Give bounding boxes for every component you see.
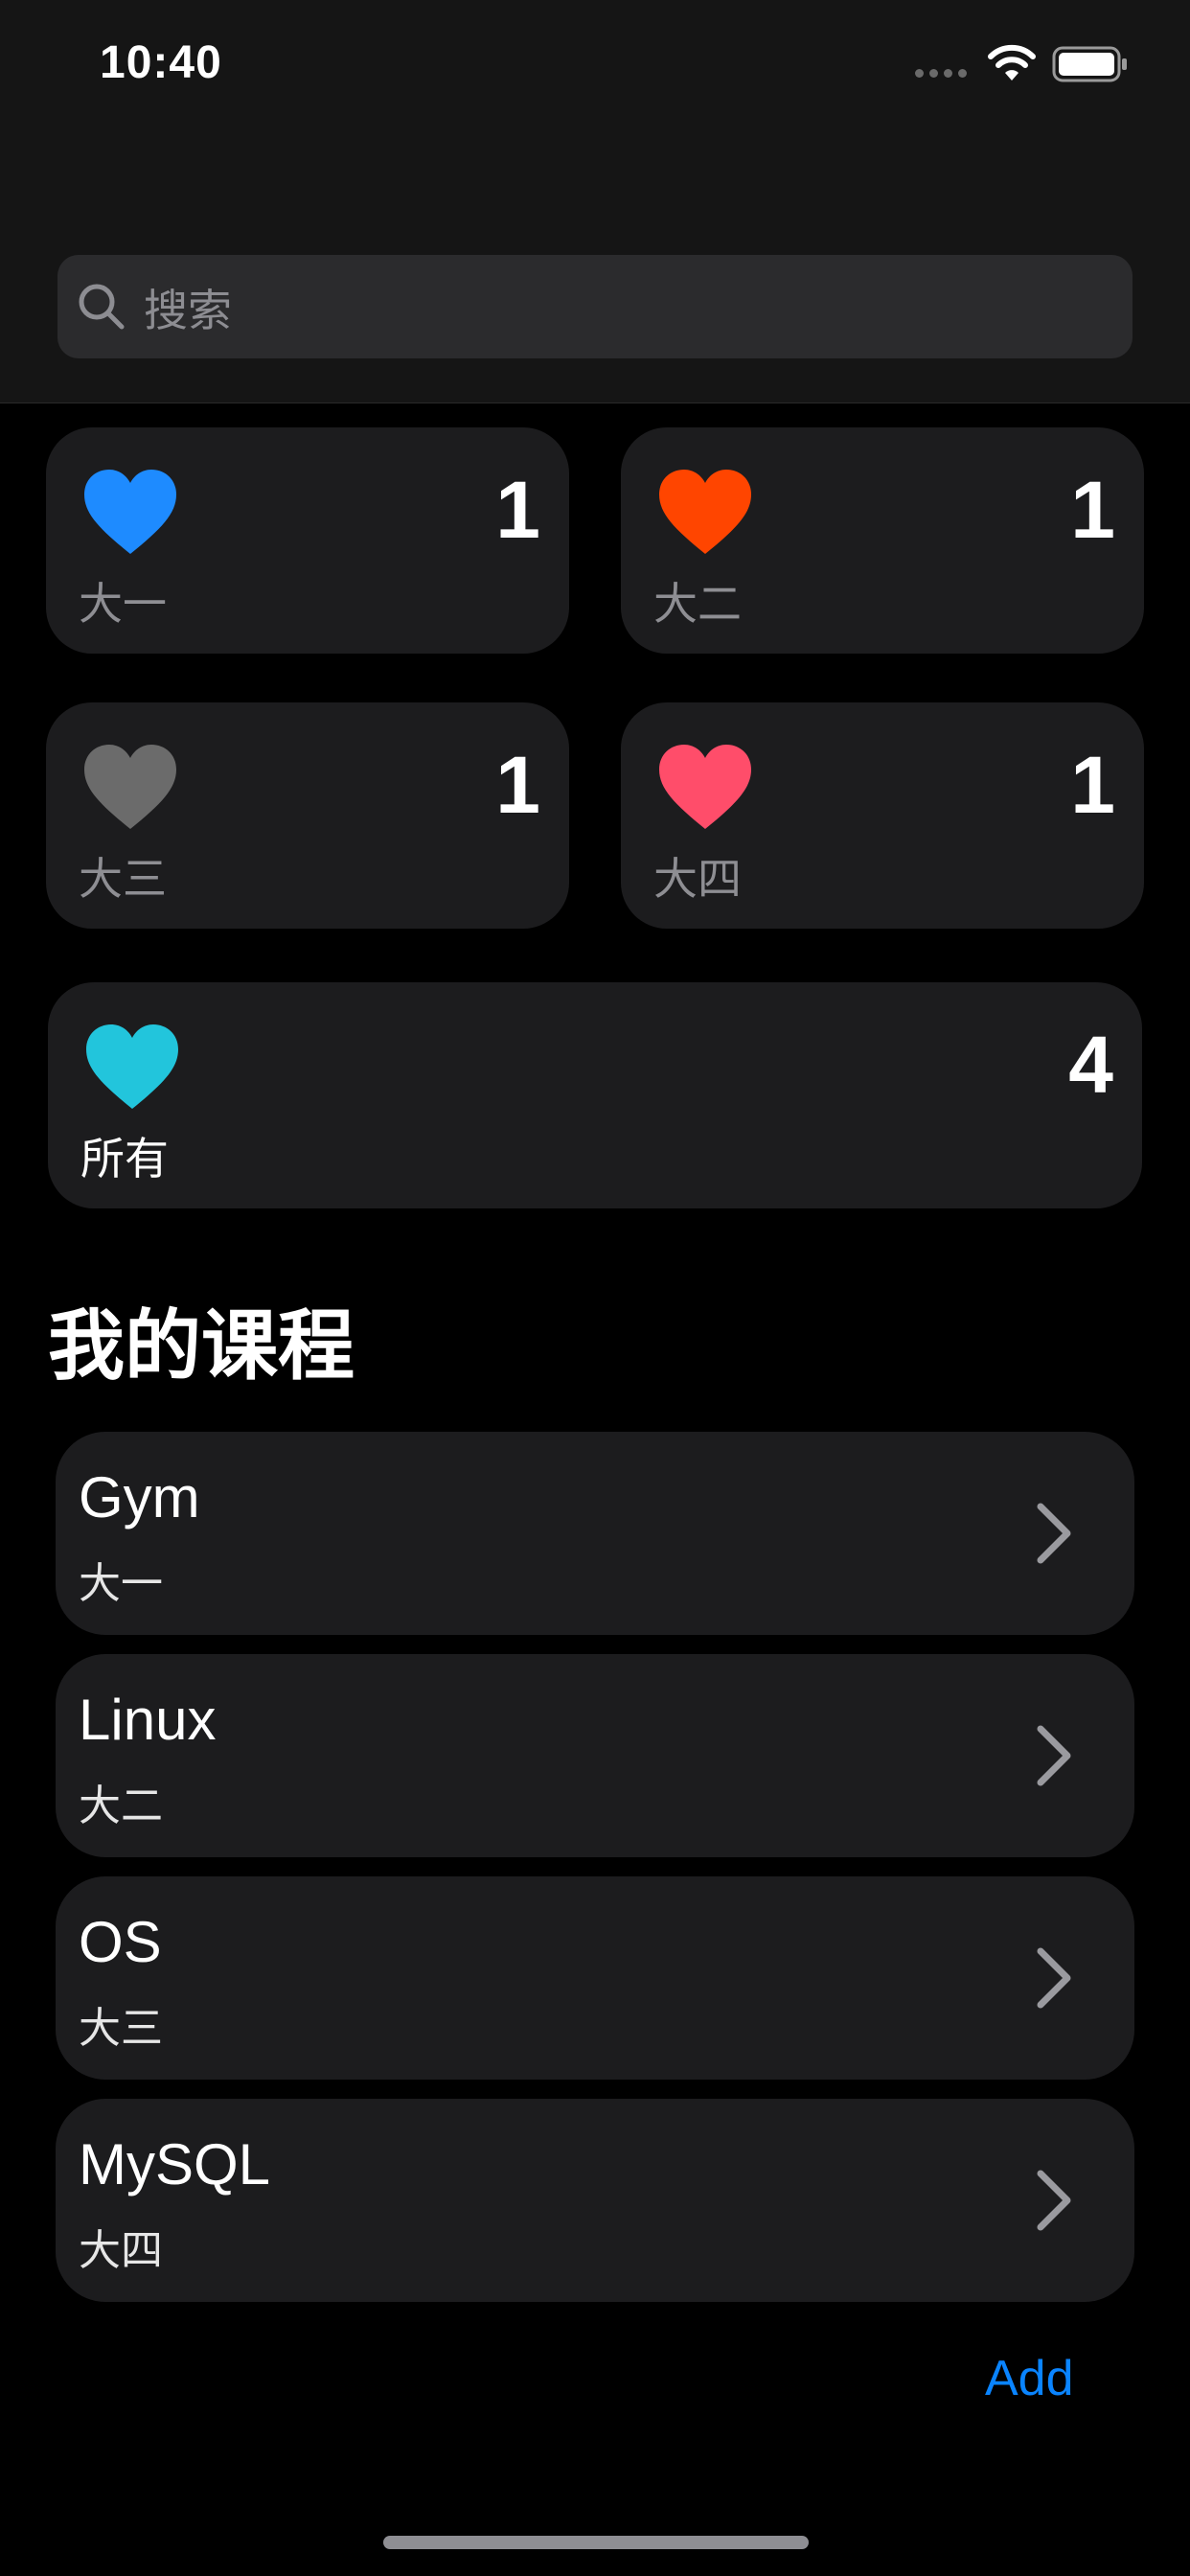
search-icon (79, 284, 125, 330)
chevron-right-icon (1037, 1725, 1071, 1786)
heart-icon (659, 470, 751, 554)
course-name: Linux (79, 1688, 217, 1752)
chevron-right-icon (1037, 1947, 1071, 2009)
list-item-course[interactable]: MySQL 大四 (56, 2099, 1134, 2302)
heart-icon (86, 1024, 178, 1109)
tile-count: 1 (1070, 740, 1115, 830)
search-placeholder: 搜索 (144, 285, 232, 336)
list-item-course[interactable]: Gym 大一 (56, 1432, 1134, 1635)
tile-all[interactable]: 4 所有 (48, 982, 1142, 1208)
add-button[interactable]: Add (985, 2350, 1074, 2407)
course-year: 大一 (79, 1559, 163, 1608)
tile-label: 大四 (653, 853, 742, 905)
tile-label: 大一 (79, 578, 167, 630)
tile-count: 1 (1070, 465, 1115, 555)
course-name: Gym (79, 1465, 200, 1530)
tile-year-2[interactable]: 1 大二 (621, 427, 1144, 654)
tile-year-4[interactable]: 1 大四 (621, 702, 1144, 929)
course-name: OS (79, 1910, 162, 1974)
heart-icon (84, 745, 176, 829)
course-year: 大二 (79, 1782, 163, 1830)
chevron-right-icon (1037, 1503, 1071, 1564)
battery-icon (1052, 46, 1127, 82)
course-year: 大四 (79, 2226, 163, 2275)
heart-icon (659, 745, 751, 829)
tile-label: 大三 (79, 853, 167, 905)
heart-icon (84, 470, 176, 554)
tile-year-3[interactable]: 1 大三 (46, 702, 569, 929)
list-item-course[interactable]: OS 大三 (56, 1876, 1134, 2080)
status-time: 10:40 (100, 37, 222, 88)
wifi-icon (988, 44, 1036, 80)
section-title: 我的课程 (48, 1301, 355, 1391)
tile-count: 1 (495, 465, 540, 555)
search-input[interactable]: 搜索 (57, 255, 1133, 358)
tile-count: 1 (495, 740, 540, 830)
course-name: MySQL (79, 2132, 271, 2196)
header: 10:40 搜索 (0, 0, 1190, 403)
list-item-course[interactable]: Linux 大二 (56, 1654, 1134, 1857)
chevron-right-icon (1037, 2170, 1071, 2231)
tile-count: 4 (1068, 1020, 1113, 1110)
tile-label: 所有 (80, 1133, 169, 1184)
tile-label: 大二 (653, 578, 742, 630)
home-indicator[interactable] (383, 2536, 809, 2549)
tile-year-1[interactable]: 1 大一 (46, 427, 569, 654)
course-year: 大三 (79, 2004, 163, 2053)
cellular-signal-icon (915, 69, 967, 78)
